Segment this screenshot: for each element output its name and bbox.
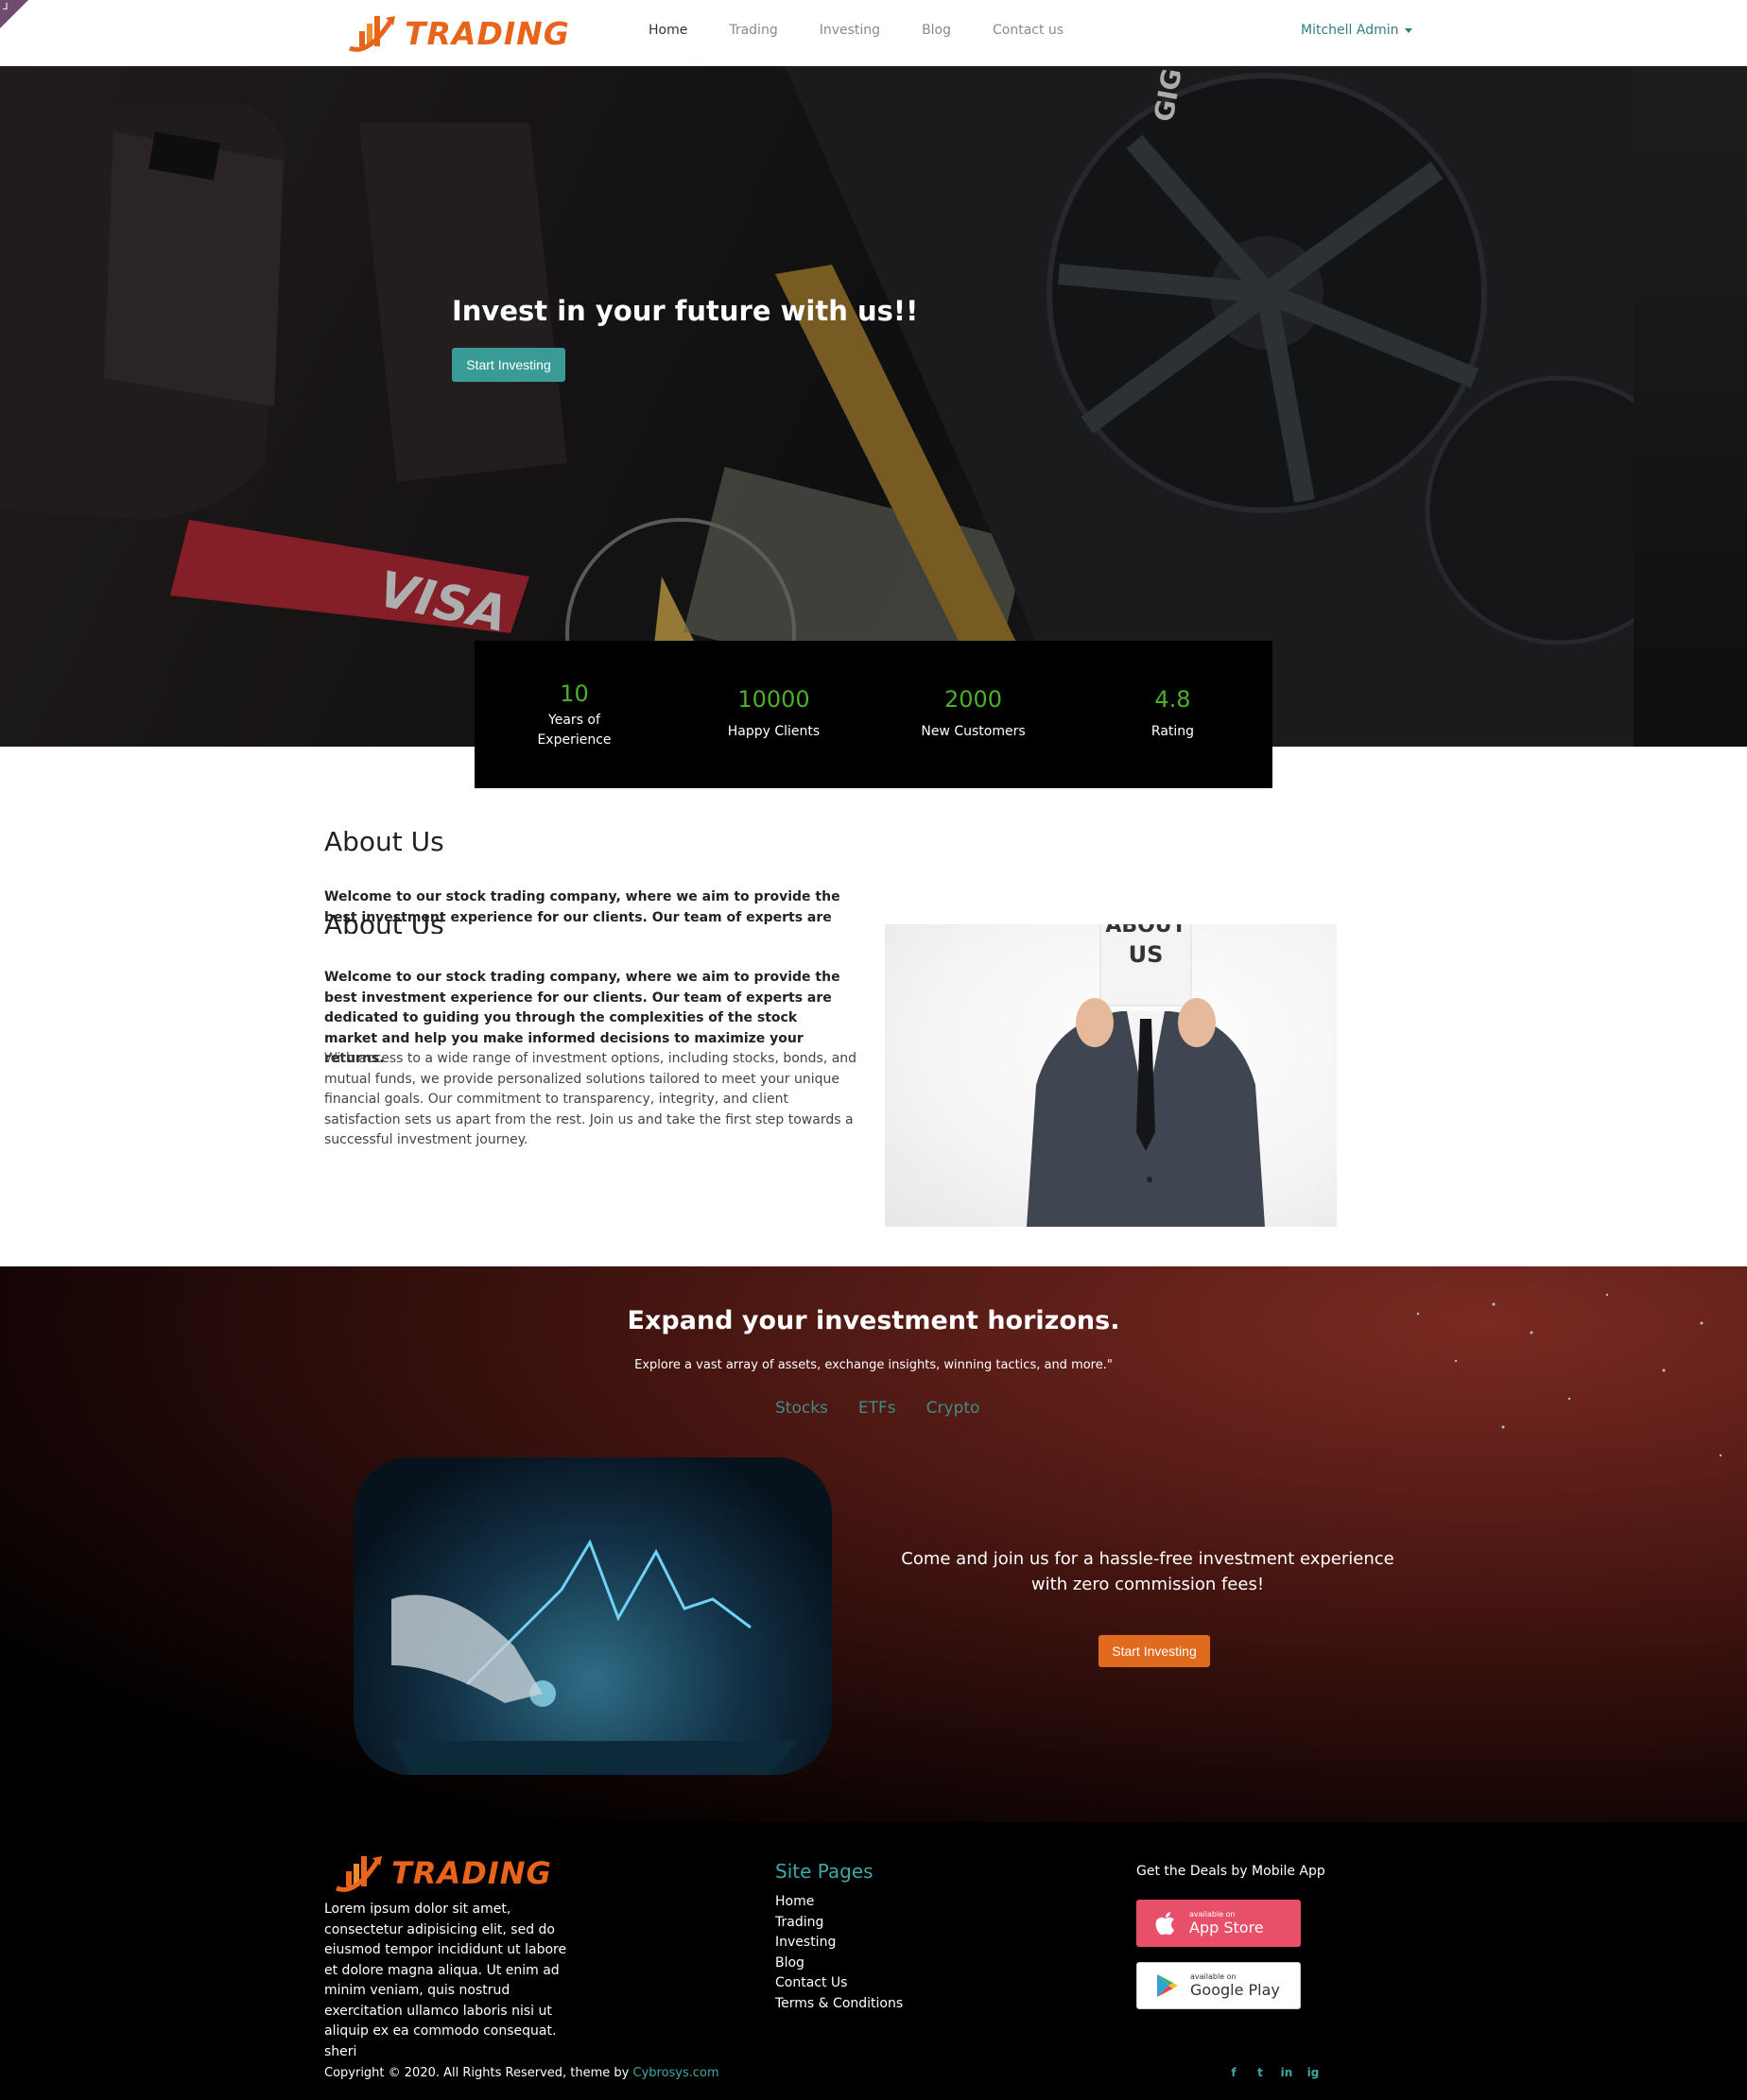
tab-crypto[interactable]: Crypto [926, 1399, 980, 1418]
google-play-button[interactable]: available on Google Play [1136, 1962, 1301, 2009]
stats-panel: 10 Years of Experience 10000 Happy Clien… [475, 641, 1272, 788]
stat-label: Years of Experience [537, 713, 612, 748]
about-title: About Us [324, 826, 444, 857]
app-store-button[interactable]: available on App Store [1136, 1900, 1301, 1947]
stat-rating: 4.8 Rating [1073, 641, 1272, 788]
app-store-big: App Store [1189, 1919, 1264, 1936]
stat-value: 4.8 [1154, 686, 1191, 713]
logo-bars-icon [349, 16, 395, 52]
site-logo[interactable]: TRADING [346, 9, 570, 57]
stat-value: 2000 [943, 686, 1003, 713]
nav-contact[interactable]: Contact us [993, 23, 1064, 38]
site-header: TRADING Home Trading Investing Blog Cont… [0, 0, 1747, 66]
sign-text-us: US [1129, 941, 1164, 968]
facebook-icon[interactable]: f [1225, 2064, 1242, 2081]
nav-blog[interactable]: Blog [922, 23, 951, 38]
stat-happy-clients: 10000 Happy Clients [674, 641, 874, 788]
footer-description: Lorem ipsum dolor sit amet, consectetur … [324, 1902, 567, 2059]
asset-tabs: Stocks ETFs Crypto [775, 1399, 1010, 1418]
trading-chart-image [354, 1457, 832, 1775]
footer-link-investing[interactable]: Investing [775, 1933, 903, 1954]
social-links: f t in ig [1225, 2064, 1331, 2081]
site-footer: TRADING Lorem ipsum dolor sit amet, cons… [0, 1822, 1747, 2100]
chevron-down-icon [1404, 27, 1412, 33]
about-body: With access to a wide range of investmen… [324, 1051, 857, 1147]
main-nav: Home Trading Investing Blog Contact us [649, 23, 1105, 38]
copyright-text: Copyright © 2020. All Rights Reserved, t… [324, 2066, 633, 2080]
expand-title: Expand your investment horizons. [627, 1306, 1120, 1335]
starfield-illustration [1416, 1293, 1722, 1457]
join-start-investing-button[interactable]: Start Investing [1098, 1635, 1210, 1667]
about-us-image: ABOUT US [885, 924, 1337, 1227]
corner-icon[interactable]: ⅃ [3, 2, 9, 12]
nav-home[interactable]: Home [649, 23, 687, 38]
nav-trading[interactable]: Trading [729, 23, 777, 38]
tablet-chart-illustration [391, 1539, 798, 1775]
logo-text: TRADING [405, 14, 570, 52]
tab-etfs[interactable]: ETFs [858, 1399, 896, 1418]
stat-label: Rating [1150, 724, 1195, 739]
user-menu[interactable]: Mitchell Admin [1301, 23, 1412, 38]
linkedin-icon[interactable]: in [1278, 2064, 1295, 2081]
footer-link-home[interactable]: Home [775, 1892, 903, 1913]
hero-title: Invest in your future with us!! [452, 295, 919, 327]
stat-value: 10000 [737, 686, 810, 713]
logo-text: TRADING [391, 1855, 552, 1891]
footer-links: Home Trading Investing Blog Contact Us T… [775, 1892, 903, 2014]
stat-label: New Customers [921, 724, 1026, 739]
copyright-brand-link[interactable]: Cybrosys.com [633, 2066, 719, 2080]
about-title-duplicate: About Us [324, 909, 444, 934]
logo-bars-icon [336, 1856, 382, 1892]
stat-new-customers: 2000 New Customers [874, 641, 1073, 788]
google-play-icon [1157, 1974, 1178, 1997]
footer-logo[interactable]: TRADING [333, 1850, 552, 1896]
twitter-icon[interactable]: t [1252, 2064, 1269, 2081]
google-play-big: Google Play [1190, 1981, 1280, 1999]
footer-app-title: Get the Deals by Mobile App [1136, 1864, 1325, 1879]
apple-icon [1155, 1912, 1174, 1936]
stat-experience: 10 Years of Experience [475, 641, 674, 788]
instagram-icon[interactable]: ig [1305, 2064, 1322, 2081]
businessman-illustration: ABOUT US [1027, 924, 1265, 1227]
footer-link-blog[interactable]: Blog [775, 1954, 903, 1974]
copyright: Copyright © 2020. All Rights Reserved, t… [324, 2066, 719, 2080]
footer-link-terms[interactable]: Terms & Conditions [775, 1994, 903, 2015]
footer-link-contact[interactable]: Contact Us [775, 1973, 903, 1994]
join-text: Come and join us for a hassle-free inves… [901, 1549, 1394, 1594]
stat-label: Happy Clients [727, 724, 821, 739]
hero-start-investing-button[interactable]: Start Investing [452, 348, 565, 382]
sign-text-about: ABOUT [1105, 924, 1185, 938]
expand-subtitle: Explore a vast array of assets, exchange… [634, 1358, 1113, 1372]
stat-value: 10 [560, 680, 589, 707]
expand-section: Expand your investment horizons. Explore… [0, 1266, 1747, 1822]
user-name: Mitchell Admin [1301, 23, 1399, 38]
footer-link-trading[interactable]: Trading [775, 1913, 903, 1934]
tab-stocks[interactable]: Stocks [775, 1399, 828, 1418]
nav-investing[interactable]: Investing [820, 23, 880, 38]
footer-pages-title: Site Pages [775, 1860, 874, 1883]
